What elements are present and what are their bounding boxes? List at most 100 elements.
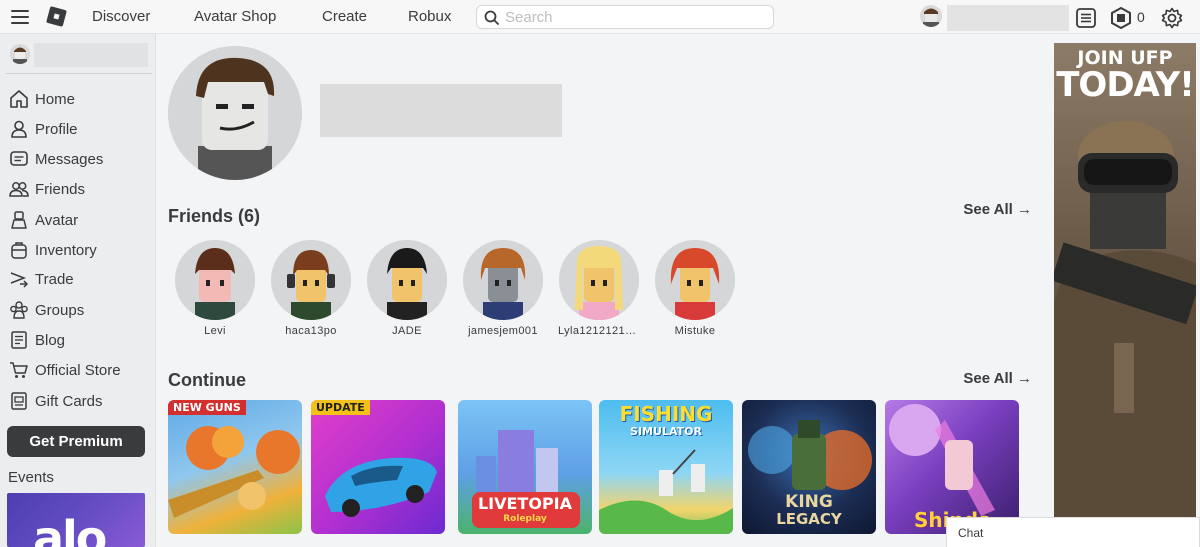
game-tile[interactable]: LIVETOPIA Roleplay [458, 400, 592, 534]
sidebar-item-label: Official Store [35, 361, 121, 379]
sidebar-item-groups[interactable]: Groups [8, 297, 148, 323]
profile-icon [8, 118, 30, 140]
sidebar-item-label: Blog [35, 331, 66, 349]
chat-label: Chat [958, 526, 984, 540]
continue-see-all-link[interactable]: See All → [963, 370, 1032, 387]
inventory-icon [8, 239, 30, 261]
notifications-icon[interactable] [1075, 7, 1097, 29]
game-tile[interactable]: FISHING SIMULATOR [599, 400, 733, 534]
friend-item[interactable]: JADE [366, 240, 448, 337]
groups-icon [8, 299, 30, 321]
sidebar-item-profile[interactable]: Profile [8, 116, 148, 142]
get-premium-button[interactable]: Get Premium [7, 426, 145, 457]
robux-balance: 0 [1137, 9, 1145, 25]
friend-name: jamesjem001 [468, 325, 538, 337]
friends-see-all-link[interactable]: See All → [963, 201, 1032, 218]
sidebar-item-label: Friends [35, 180, 86, 198]
sidebar-item-inventory[interactable]: Inventory [8, 237, 148, 263]
robux-icon[interactable] [1110, 6, 1132, 30]
username-redacted-box [947, 5, 1069, 31]
search-icon [484, 10, 500, 26]
sidebar-divider [6, 73, 152, 74]
game-subtitle: LEGACY [776, 510, 842, 528]
gift-card-icon [8, 390, 30, 412]
sidebar-item-trade[interactable]: Trade [8, 266, 148, 292]
nav-avatar-shop[interactable]: Avatar Shop [194, 8, 276, 25]
sidebar-item-home[interactable]: Home [8, 86, 148, 112]
event-banner-text: alo [33, 511, 107, 547]
sidebar-item-label: Avatar [35, 211, 79, 229]
nav-robux[interactable]: Robux [408, 8, 451, 25]
sidebar-username-redacted [34, 43, 148, 67]
avatar-icon [8, 209, 30, 231]
sidebar-user-avatar[interactable] [10, 44, 30, 64]
friend-name: Lyla1212121​2... [558, 325, 640, 337]
friend-avatar [367, 240, 447, 320]
hamburger-menu-icon[interactable] [11, 10, 29, 24]
game-title: KING [785, 492, 833, 512]
friend-item[interactable]: jamesjem001 [462, 240, 544, 337]
roblox-logo-icon[interactable] [46, 6, 67, 27]
friend-name: haca13po [285, 325, 337, 337]
sidebar-item-friends[interactable]: Friends [8, 176, 148, 202]
game-badge: NEW GUNS [168, 400, 246, 415]
game-title: FISHING [619, 402, 713, 426]
friend-name: Mistuke [674, 325, 716, 337]
search-input[interactable] [505, 8, 765, 26]
profile-username-redacted [320, 84, 562, 137]
sidebar-item-messages[interactable]: Messages [8, 146, 148, 172]
sidebar-item-label: Groups [35, 301, 85, 319]
search-box[interactable] [476, 5, 774, 29]
friend-item[interactable]: Lyla1212121​2... [558, 240, 640, 337]
event-banner[interactable]: alo [7, 493, 145, 547]
sidebar-item-gift-cards[interactable]: Gift Cards [8, 388, 148, 414]
game-tile[interactable]: KING LEGACY [742, 400, 876, 534]
friend-avatar [175, 240, 255, 320]
friends-section-title: Friends (6) [168, 206, 261, 226]
game-tile[interactable]: UPDATE [311, 400, 445, 534]
sidebar-item-label: Profile [35, 120, 78, 138]
sidebar-item-label: Inventory [35, 241, 97, 259]
blog-icon [8, 329, 30, 351]
home-icon [8, 88, 30, 110]
sidebar-item-label: Gift Cards [35, 392, 103, 410]
friend-item[interactable]: Levi [174, 240, 256, 337]
sidebar-item-label: Home [35, 90, 76, 108]
game-badge: UPDATE [311, 400, 370, 415]
top-navigation-bar: Discover Avatar Shop Create Robux Search… [0, 0, 1200, 34]
friend-avatar [271, 240, 351, 320]
game-subtitle: Roleplay [503, 514, 547, 524]
friend-name: Levi [204, 325, 226, 337]
events-heading: Events [8, 469, 54, 486]
friend-item[interactable]: Mistuke [654, 240, 736, 337]
settings-gear-icon[interactable] [1161, 7, 1183, 29]
friend-avatar [559, 240, 639, 320]
sidebar-item-avatar[interactable]: Avatar [8, 207, 148, 233]
ad-headline-line2: TODAY! [1056, 65, 1195, 105]
advertisement-banner[interactable]: JOIN UFP TODAY! [1054, 43, 1196, 547]
chat-bar[interactable]: Chat [946, 517, 1200, 547]
friend-name: JADE [392, 325, 422, 337]
friend-avatar [655, 240, 735, 320]
left-sidebar: Home Profile Messages Friends Avatar Inv… [0, 34, 156, 547]
user-avatar-thumbnail[interactable] [920, 5, 942, 27]
game-title: LIVETOPIA [477, 494, 573, 513]
store-icon [8, 359, 30, 381]
friends-icon [8, 178, 30, 200]
sidebar-item-label: Trade [35, 270, 74, 288]
game-tile[interactable]: Shinds [885, 400, 1019, 534]
game-tile[interactable]: NEW GUNS [168, 400, 302, 534]
friend-avatar [463, 240, 543, 320]
trade-icon [8, 268, 30, 290]
profile-avatar[interactable] [168, 46, 302, 180]
continue-section-title: Continue [168, 370, 246, 390]
sidebar-item-blog[interactable]: Blog [8, 327, 148, 353]
sidebar-item-label: Messages [35, 150, 104, 168]
messages-icon [8, 148, 30, 170]
game-subtitle: SIMULATOR [630, 425, 702, 438]
nav-create[interactable]: Create [322, 8, 367, 25]
nav-discover[interactable]: Discover [92, 8, 150, 25]
sidebar-item-official-store[interactable]: Official Store [8, 357, 148, 383]
friend-item[interactable]: haca13po [270, 240, 352, 337]
main-content: Friends (6) See All → Levi haca13po JADE… [156, 34, 1052, 547]
